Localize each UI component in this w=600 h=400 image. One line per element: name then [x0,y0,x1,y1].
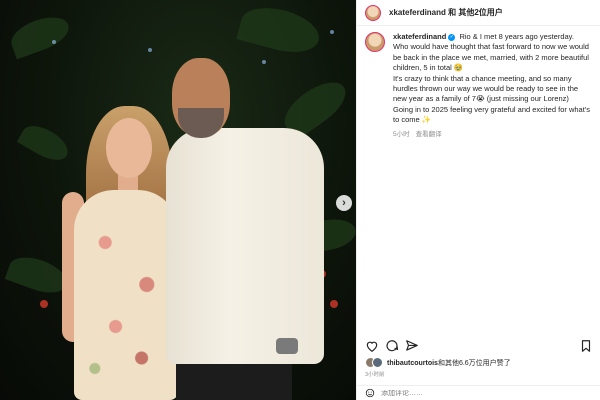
bookmark-icon[interactable] [579,339,593,353]
likes-text[interactable]: thibautcourtois和其他6.6万位用户赞了 [387,358,511,368]
post-caption: xkateferdinand ✓ Rio & I met 8 years ago … [357,26,600,140]
likes-username[interactable]: thibautcourtois [387,360,438,367]
verified-badge-icon: ✓ [448,33,456,41]
man-shirt [166,128,324,364]
caption-line-1: Rio & I met 8 years ago yesterday. [459,32,574,41]
light-bokeh [330,30,334,34]
caption-avatar[interactable] [365,32,385,52]
caption-username[interactable]: xkateferdinand [393,32,446,41]
action-bar [365,339,593,353]
woman-face [106,118,152,178]
smiley-icon[interactable] [365,388,375,398]
wristwatch [276,338,298,354]
caption-time: 5小时 [393,130,410,138]
light-bokeh [52,40,56,44]
post-timestamp: 3小时前 [365,372,385,378]
caption-line-2: Who would have thought that fast forward… [393,42,589,73]
post-sidebar: xkateferdinand 和 其他2位用户 xkateferdinand ✓ … [356,0,600,400]
likes-count-text: 和其他6.6万位用户赞了 [437,359,511,367]
see-translation-link[interactable]: 查看翻译 [416,131,442,138]
red-flower [330,300,338,308]
light-bokeh [262,60,266,64]
paper-plane-icon[interactable] [405,339,419,353]
foliage [6,10,74,60]
caption-line-4: Going in to 2025 feeling very grateful a… [393,104,590,125]
liker-avatar [372,357,383,368]
foliage [236,0,324,60]
likes-row: thibautcourtois和其他6.6万位用户赞了 [365,357,511,368]
foliage [16,119,74,167]
post-author-header[interactable]: xkateferdinand 和 其他2位用户 [389,7,503,18]
post-header: xkateferdinand 和 其他2位用户 [357,0,600,26]
avatar[interactable] [365,4,381,21]
chevron-right-icon[interactable]: › [336,195,352,211]
red-flower [40,300,48,308]
comment-input[interactable] [381,389,561,397]
post-photo[interactable]: › [0,0,356,400]
heart-icon[interactable] [365,339,379,353]
comment-bar [357,385,600,400]
caption-meta: 5小时 查看翻译 [393,130,592,140]
comment-icon[interactable] [385,339,399,353]
light-bokeh [148,48,152,52]
caption-line-3: It's crazy to think that a chance meetin… [393,73,579,104]
caption-body: xkateferdinand ✓ Rio & I met 8 years ago … [393,32,592,140]
floral-dress [74,190,178,400]
